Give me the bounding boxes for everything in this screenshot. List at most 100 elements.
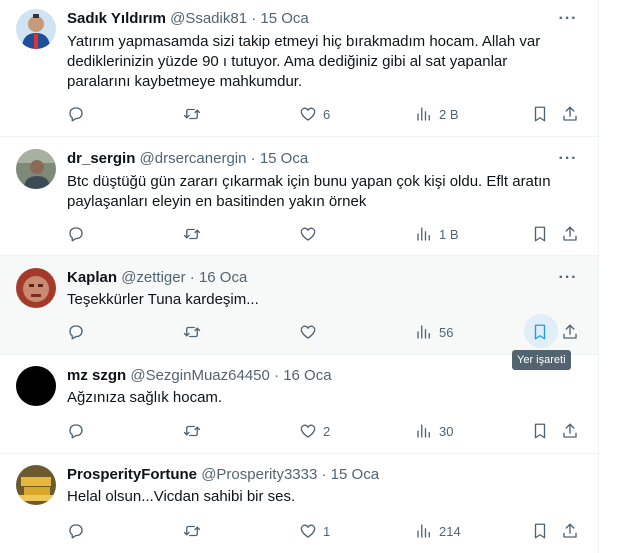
author-handle[interactable]: @SezginMuaz64450 (130, 367, 269, 384)
reply-button[interactable] (67, 521, 85, 541)
share-button[interactable] (561, 421, 579, 441)
tweet-text: Yatırım yapmasamda sizi takip etmeyi hiç… (67, 33, 541, 90)
author-handle[interactable]: @Ssadik81 (170, 10, 247, 27)
tweet-actions: 56 (67, 314, 587, 348)
tweet[interactable]: dr_sergin @drsercanergin · 15 Oca ··· Bt… (0, 137, 598, 256)
bookmark-icon (534, 226, 546, 242)
tweet[interactable]: Kaplan @zettiger · 16 Oca ··· Teşekkürle… (0, 256, 598, 355)
like-button[interactable] (299, 322, 323, 342)
tweet-header: dr_sergin @drsercanergin · 15 Oca (67, 149, 548, 169)
bookmark-tooltip: Yer işareti (512, 350, 571, 370)
more-icon[interactable]: ··· (558, 11, 578, 34)
reply-button[interactable] (67, 224, 85, 244)
like-icon (300, 325, 316, 339)
more-icon[interactable]: ··· (558, 151, 578, 174)
separator-dot: · (251, 10, 257, 27)
like-button[interactable]: 2 (299, 421, 330, 441)
views-button[interactable]: 56 (415, 322, 453, 342)
reply-button[interactable] (67, 421, 85, 441)
separator-dot: · (274, 367, 280, 384)
like-button[interactable]: 1 (299, 521, 330, 541)
bookmark-button[interactable] (531, 322, 549, 342)
tweet-date[interactable]: 16 Oca (199, 269, 247, 286)
tweet-actions: 6 2 B (67, 104, 587, 124)
bookmark-button[interactable] (531, 224, 549, 244)
like-count: 6 (323, 106, 331, 122)
share-icon (563, 523, 577, 538)
retweet-button[interactable] (183, 104, 201, 124)
reply-icon (69, 107, 83, 122)
retweet-icon (183, 425, 201, 437)
tweet-text: Teşekkürler Tuna kardeşim... (67, 291, 259, 308)
tweet-date[interactable]: 15 Oca (331, 466, 379, 483)
author-name[interactable]: dr_sergin (67, 150, 135, 167)
tweet-header: Sadık Yıldırım @Ssadik81 · 15 Oca (67, 9, 548, 29)
tweet-date[interactable]: 16 Oca (283, 367, 331, 384)
retweet-button[interactable] (183, 322, 201, 342)
author-handle[interactable]: @zettiger (121, 269, 185, 286)
bookmark-icon (534, 523, 546, 539)
views-count: 2 B (439, 106, 459, 122)
author-handle[interactable]: @Prosperity3333 (201, 466, 317, 483)
avatar[interactable] (16, 465, 56, 505)
tweet-actions: 2 30 (67, 421, 587, 441)
like-icon (300, 107, 316, 121)
views-icon (417, 524, 430, 538)
tweet[interactable]: Sadık Yıldırım @Ssadik81 · 15 Oca ··· Ya… (0, 0, 598, 137)
tweet-actions: 1 B (67, 224, 587, 244)
like-count: 2 (323, 423, 331, 439)
author-name[interactable]: Sadık Yıldırım (67, 10, 166, 27)
share-icon (563, 423, 577, 438)
share-button[interactable] (561, 104, 579, 124)
tweet[interactable]: ProsperityFortune @Prosperity3333 · 15 O… (0, 454, 598, 553)
avatar[interactable] (16, 268, 56, 308)
views-button[interactable]: 214 (415, 521, 461, 541)
like-icon (300, 424, 316, 438)
reply-icon (69, 524, 83, 539)
author-handle[interactable]: @drsercanergin (140, 150, 247, 167)
views-count: 214 (439, 523, 461, 539)
reply-button[interactable] (67, 322, 85, 342)
bookmark-button[interactable] (531, 421, 549, 441)
bookmark-button[interactable] (531, 104, 549, 124)
like-button[interactable]: 6 (299, 104, 330, 124)
retweet-button[interactable] (183, 224, 201, 244)
author-name[interactable]: Kaplan (67, 269, 117, 286)
like-button[interactable] (299, 224, 323, 244)
share-button[interactable] (561, 322, 579, 342)
views-count: 30 (439, 423, 454, 439)
views-icon (417, 227, 430, 241)
tweet-header: mz szgn @SezginMuaz64450 · 16 Oca (67, 366, 548, 386)
bookmark-button[interactable] (531, 521, 549, 541)
retweet-icon (183, 326, 201, 338)
views-button[interactable]: 30 (415, 421, 453, 441)
author-name[interactable]: ProsperityFortune (67, 466, 197, 483)
avatar[interactable] (16, 9, 56, 49)
avatar[interactable] (16, 366, 56, 406)
retweet-button[interactable] (183, 421, 201, 441)
share-button[interactable] (561, 224, 579, 244)
like-icon (300, 227, 316, 241)
retweet-button[interactable] (183, 521, 201, 541)
bookmark-icon (534, 423, 546, 439)
views-icon (417, 107, 430, 121)
reply-icon (69, 227, 83, 242)
retweet-icon (183, 108, 201, 120)
reply-icon (69, 424, 83, 439)
tweet-header: ProsperityFortune @Prosperity3333 · 15 O… (67, 465, 548, 485)
reply-button[interactable] (67, 104, 85, 124)
tweet-date[interactable]: 15 Oca (260, 10, 308, 27)
share-icon (563, 324, 577, 339)
views-count: 1 B (439, 226, 459, 242)
avatar[interactable] (16, 149, 56, 189)
tweet-text: Helal olsun...Vicdan sahibi bir ses. (67, 488, 296, 505)
bookmark-icon (534, 324, 546, 340)
author-name[interactable]: mz szgn (67, 367, 126, 384)
tweet-date[interactable]: 15 Oca (260, 150, 308, 167)
views-button[interactable]: 2 B (415, 104, 459, 124)
tweet[interactable]: mz szgn @SezginMuaz64450 · 16 Oca Ağzını… (0, 355, 598, 454)
reply-icon (69, 325, 83, 340)
share-icon (563, 226, 577, 241)
share-button[interactable] (561, 521, 579, 541)
views-button[interactable]: 1 B (415, 224, 459, 244)
